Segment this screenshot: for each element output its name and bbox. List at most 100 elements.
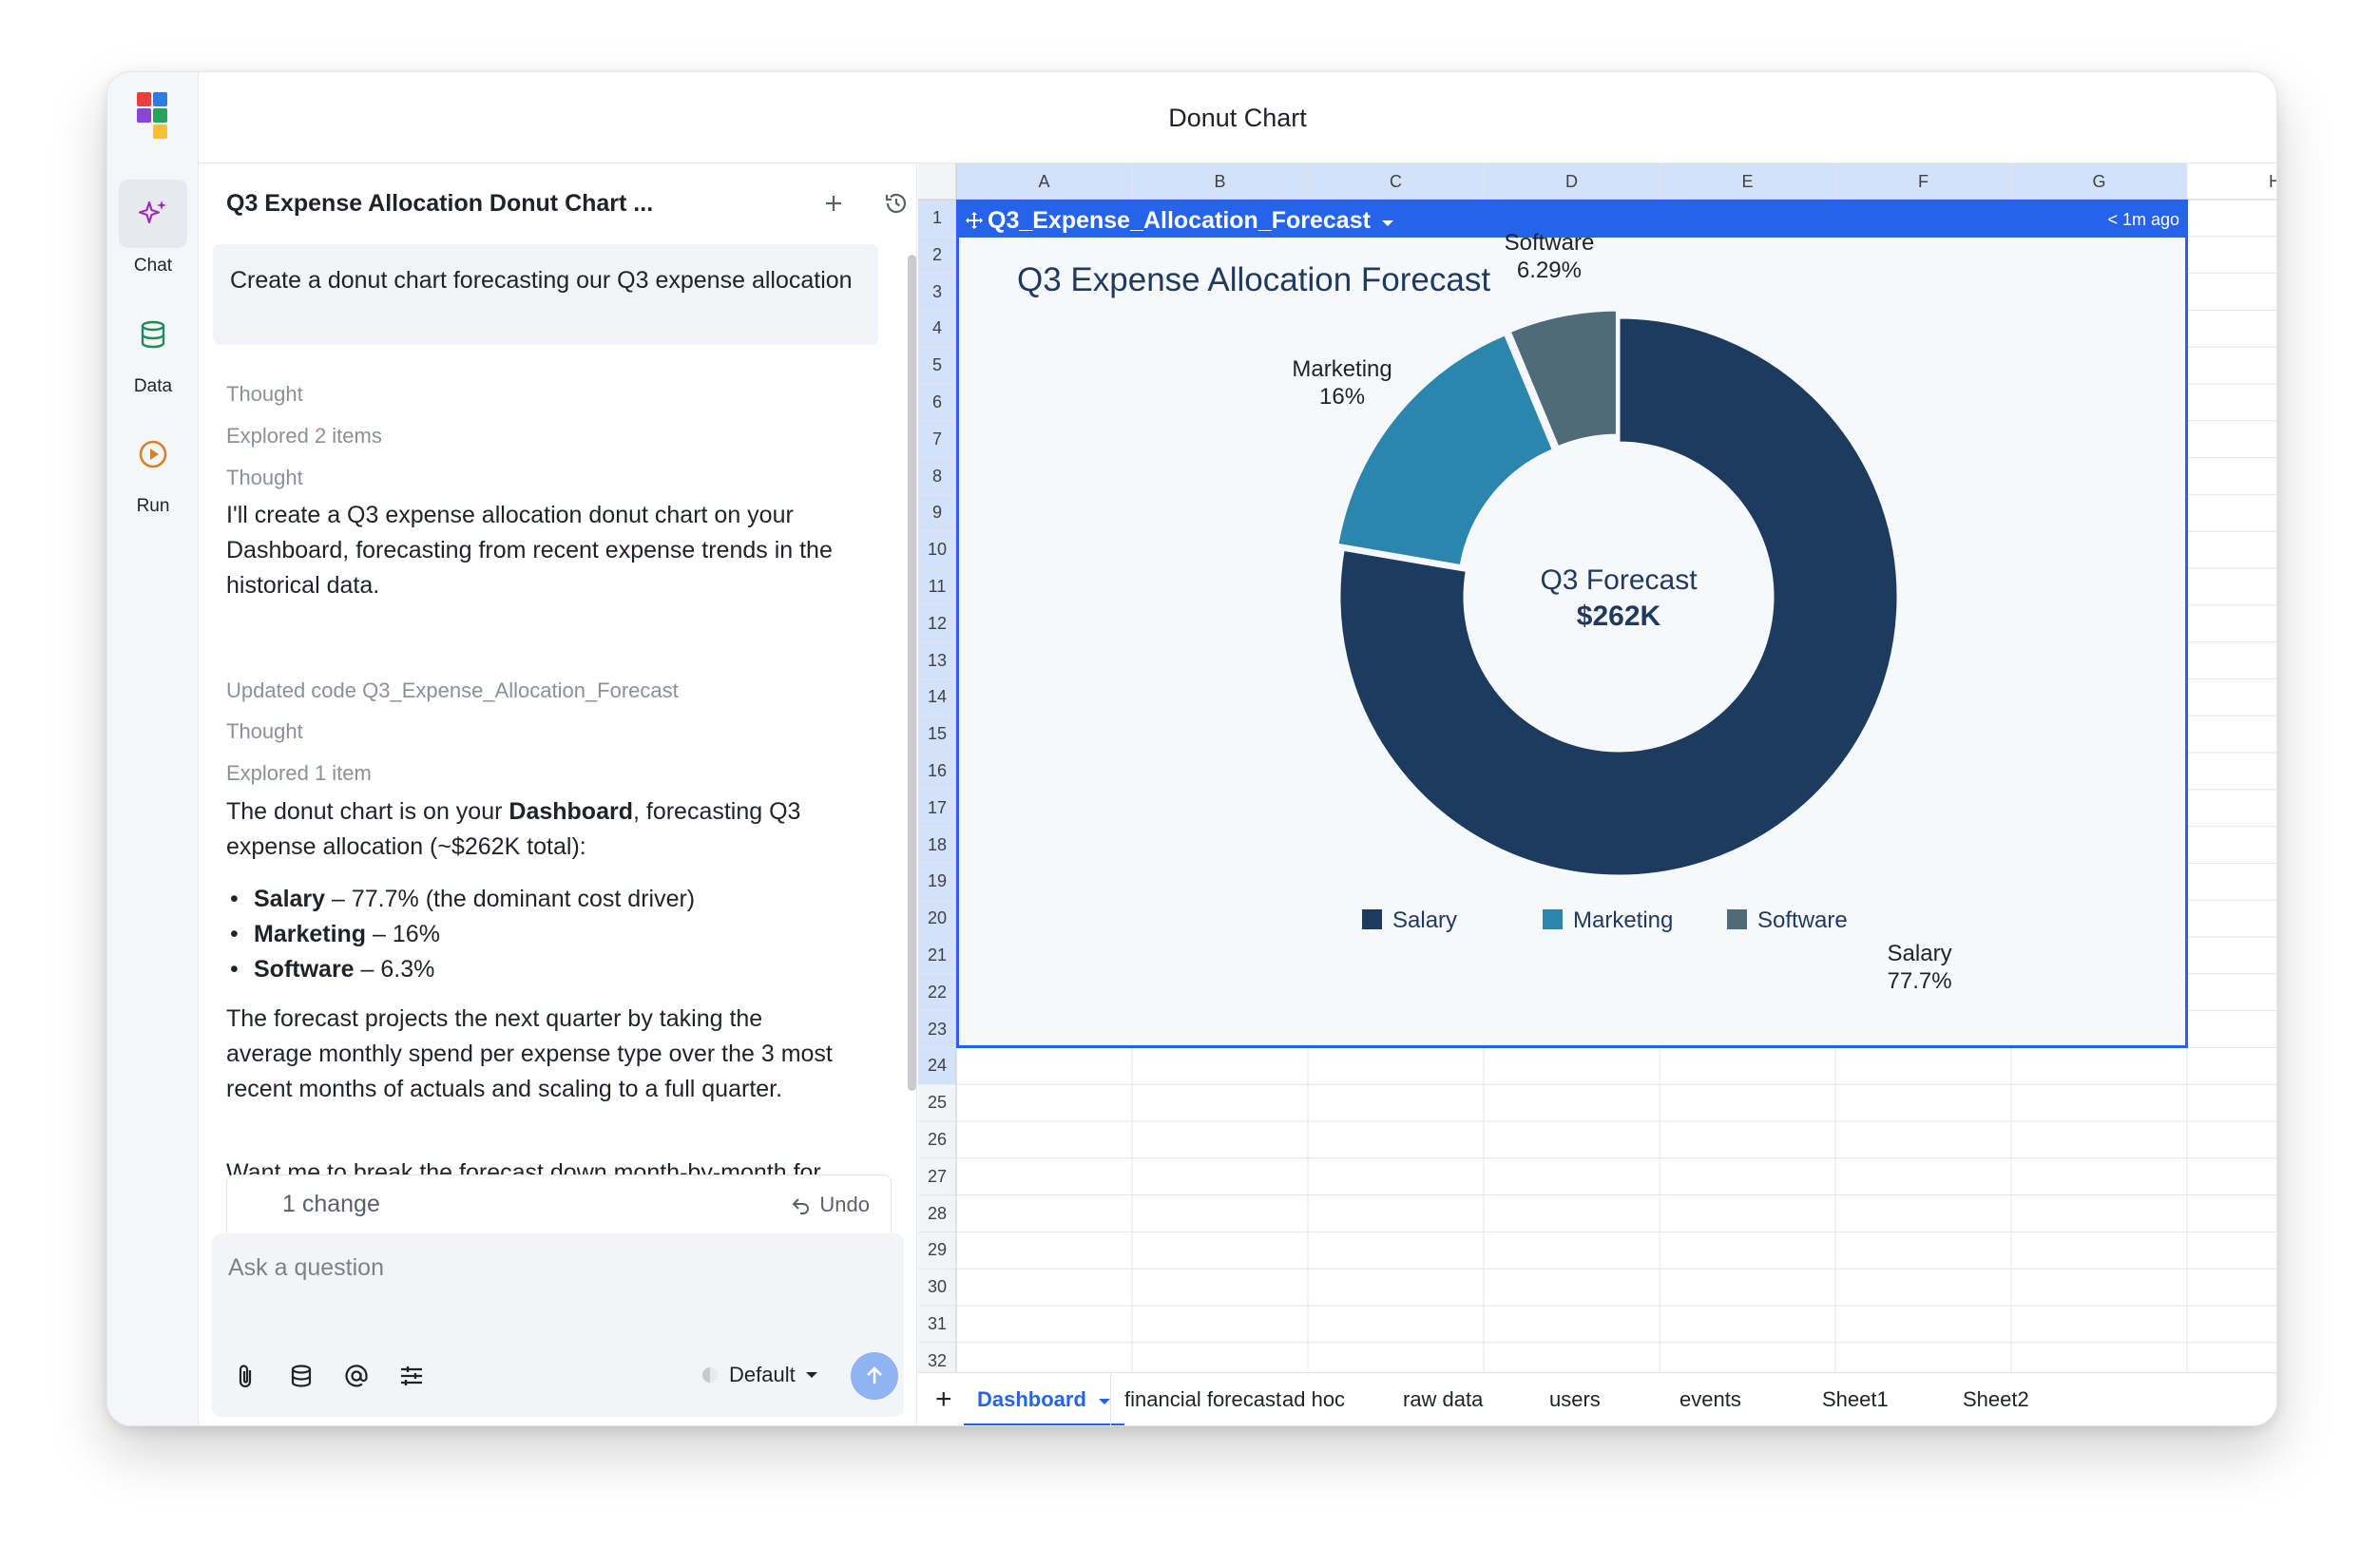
row-number[interactable]: 17 (918, 798, 956, 818)
row-number[interactable]: 11 (918, 577, 956, 597)
add-sheet-button[interactable]: + (935, 1373, 952, 1425)
row-number[interactable]: 10 (918, 540, 956, 560)
center-value: $262K (1577, 601, 1661, 632)
list-item-text: – 6.3% (354, 956, 435, 983)
thought-step[interactable]: Thought (226, 382, 303, 407)
column-header-c[interactable]: C (1308, 163, 1484, 200)
history-button[interactable] (879, 186, 913, 220)
data-source-button[interactable] (284, 1359, 318, 1393)
row-number[interactable]: 16 (918, 761, 956, 781)
row-number[interactable]: 5 (918, 355, 956, 375)
row-number[interactable]: 32 (918, 1351, 956, 1371)
row-number[interactable]: 20 (918, 908, 956, 928)
row-number[interactable]: 31 (918, 1314, 956, 1334)
play-circle-icon (119, 420, 187, 488)
mention-button[interactable] (339, 1359, 374, 1393)
tab-financial-forecast[interactable]: financial forecast (1110, 1373, 1295, 1425)
rail-run-label: Run (136, 496, 170, 516)
dashboard-link: Dashboard (509, 798, 633, 825)
row-number[interactable]: 18 (918, 835, 956, 855)
send-button[interactable] (851, 1352, 898, 1400)
slice-label-value: 77.7% (1888, 968, 1952, 994)
row-number[interactable]: 24 (918, 1056, 956, 1076)
tab-users[interactable]: users (1536, 1373, 1614, 1425)
row-number[interactable]: 1 (918, 208, 956, 228)
thought-step[interactable]: Thought (226, 466, 303, 490)
plus-icon (826, 196, 841, 211)
window-title: Donut Chart (199, 72, 2276, 163)
row-number[interactable]: 28 (918, 1204, 956, 1224)
chevron-down-icon (805, 1372, 817, 1378)
row-number[interactable]: 8 (918, 467, 956, 487)
row-number[interactable]: 27 (918, 1167, 956, 1187)
row-number[interactable]: 19 (918, 871, 956, 891)
row-number[interactable]: 12 (918, 614, 956, 634)
assistant-summary: The donut chart is on your Dashboard, fo… (226, 794, 854, 865)
undo-label: Undo (819, 1193, 870, 1216)
column-header-b[interactable]: B (1132, 163, 1308, 200)
row-number[interactable]: 6 (918, 392, 956, 412)
tab-sheet2[interactable]: Sheet2 (1949, 1373, 2043, 1425)
column-header-e[interactable]: E (1660, 163, 1835, 200)
thought-step[interactable]: Thought (226, 719, 303, 744)
donut-chart[interactable]: Salary77.7%Marketing16%Software6.29%Q3 F… (959, 202, 2185, 1045)
legend-swatch (1362, 909, 1382, 929)
tab-events[interactable]: events (1666, 1373, 1755, 1425)
rail-run[interactable]: Run (107, 420, 199, 517)
model-selector[interactable]: Default (701, 1363, 818, 1387)
legend-label-salary: Salary (1392, 907, 1457, 933)
column-header-g[interactable]: G (2011, 163, 2187, 200)
column-header-h[interactable]: H (2187, 163, 2276, 200)
change-count[interactable]: 1 change (282, 1191, 380, 1218)
model-label: Default (729, 1363, 796, 1386)
row-number[interactable]: 23 (918, 1020, 956, 1040)
column-header-a[interactable]: A (956, 163, 1132, 200)
row-number[interactable]: 13 (918, 651, 956, 671)
chat-scrollbar[interactable] (907, 255, 916, 1091)
undo-button[interactable]: Undo (791, 1193, 870, 1217)
row-number[interactable]: 22 (918, 983, 956, 1003)
assistant-message: I'll create a Q3 expense allocation donu… (226, 502, 833, 599)
row-number[interactable]: 25 (918, 1093, 956, 1113)
model-icon (702, 1367, 718, 1383)
chat-messages[interactable]: Create a donut chart forecasting our Q3 … (199, 241, 902, 1186)
row-number[interactable]: 29 (918, 1240, 956, 1260)
row-number[interactable]: 15 (918, 724, 956, 744)
list-item: Software – 6.3% (226, 952, 854, 987)
row-number[interactable]: 4 (918, 318, 956, 338)
tab-raw-data[interactable]: raw data (1390, 1373, 1496, 1425)
legend-swatch (1543, 909, 1563, 929)
question-input[interactable]: Ask a question (228, 1254, 384, 1282)
chart-frame[interactable]: Q3_Expense_Allocation_Forecast < 1m ago … (956, 200, 2188, 1048)
tab-ad-hoc[interactable]: ad hoc (1269, 1373, 1358, 1425)
row-number[interactable]: 7 (918, 430, 956, 449)
legend-label-marketing: Marketing (1573, 907, 1673, 933)
composer[interactable]: Ask a question Default (212, 1233, 904, 1417)
updated-code-step[interactable]: Updated code Q3_Expense_Allocation_Forec… (226, 678, 679, 703)
spreadsheet[interactable]: ABCDEFGH 1234567891011121314151617181920… (918, 163, 2276, 1425)
row-number[interactable]: 14 (918, 687, 956, 707)
scrollbar-thumb[interactable] (908, 255, 916, 1091)
explored-step[interactable]: Explored 2 items (226, 424, 382, 449)
tab-dashboard[interactable]: Dashboard (964, 1373, 1125, 1425)
settings-button[interactable] (394, 1359, 429, 1393)
list-item: Marketing – 16% (226, 917, 854, 952)
column-header-d[interactable]: D (1484, 163, 1660, 200)
row-number[interactable]: 2 (918, 245, 956, 265)
row-number[interactable]: 21 (918, 945, 956, 965)
explored-step[interactable]: Explored 1 item (226, 761, 372, 786)
slice-label-name: Salary (1888, 941, 1952, 966)
row-number[interactable]: 3 (918, 282, 956, 302)
tab-sheet1[interactable]: Sheet1 (1809, 1373, 1902, 1425)
column-header-f[interactable]: F (1835, 163, 2011, 200)
attach-button[interactable] (229, 1359, 263, 1393)
paperclip-icon (239, 1365, 252, 1388)
summary-text-pre: The donut chart is on your (226, 798, 509, 825)
new-chat-button[interactable] (816, 186, 851, 220)
list-item-label: Software (254, 956, 355, 983)
row-number[interactable]: 9 (918, 503, 956, 523)
row-number[interactable]: 30 (918, 1277, 956, 1297)
row-number[interactable]: 26 (918, 1130, 956, 1150)
rail-chat[interactable]: Chat (107, 180, 199, 277)
rail-data[interactable]: Data (107, 300, 199, 397)
